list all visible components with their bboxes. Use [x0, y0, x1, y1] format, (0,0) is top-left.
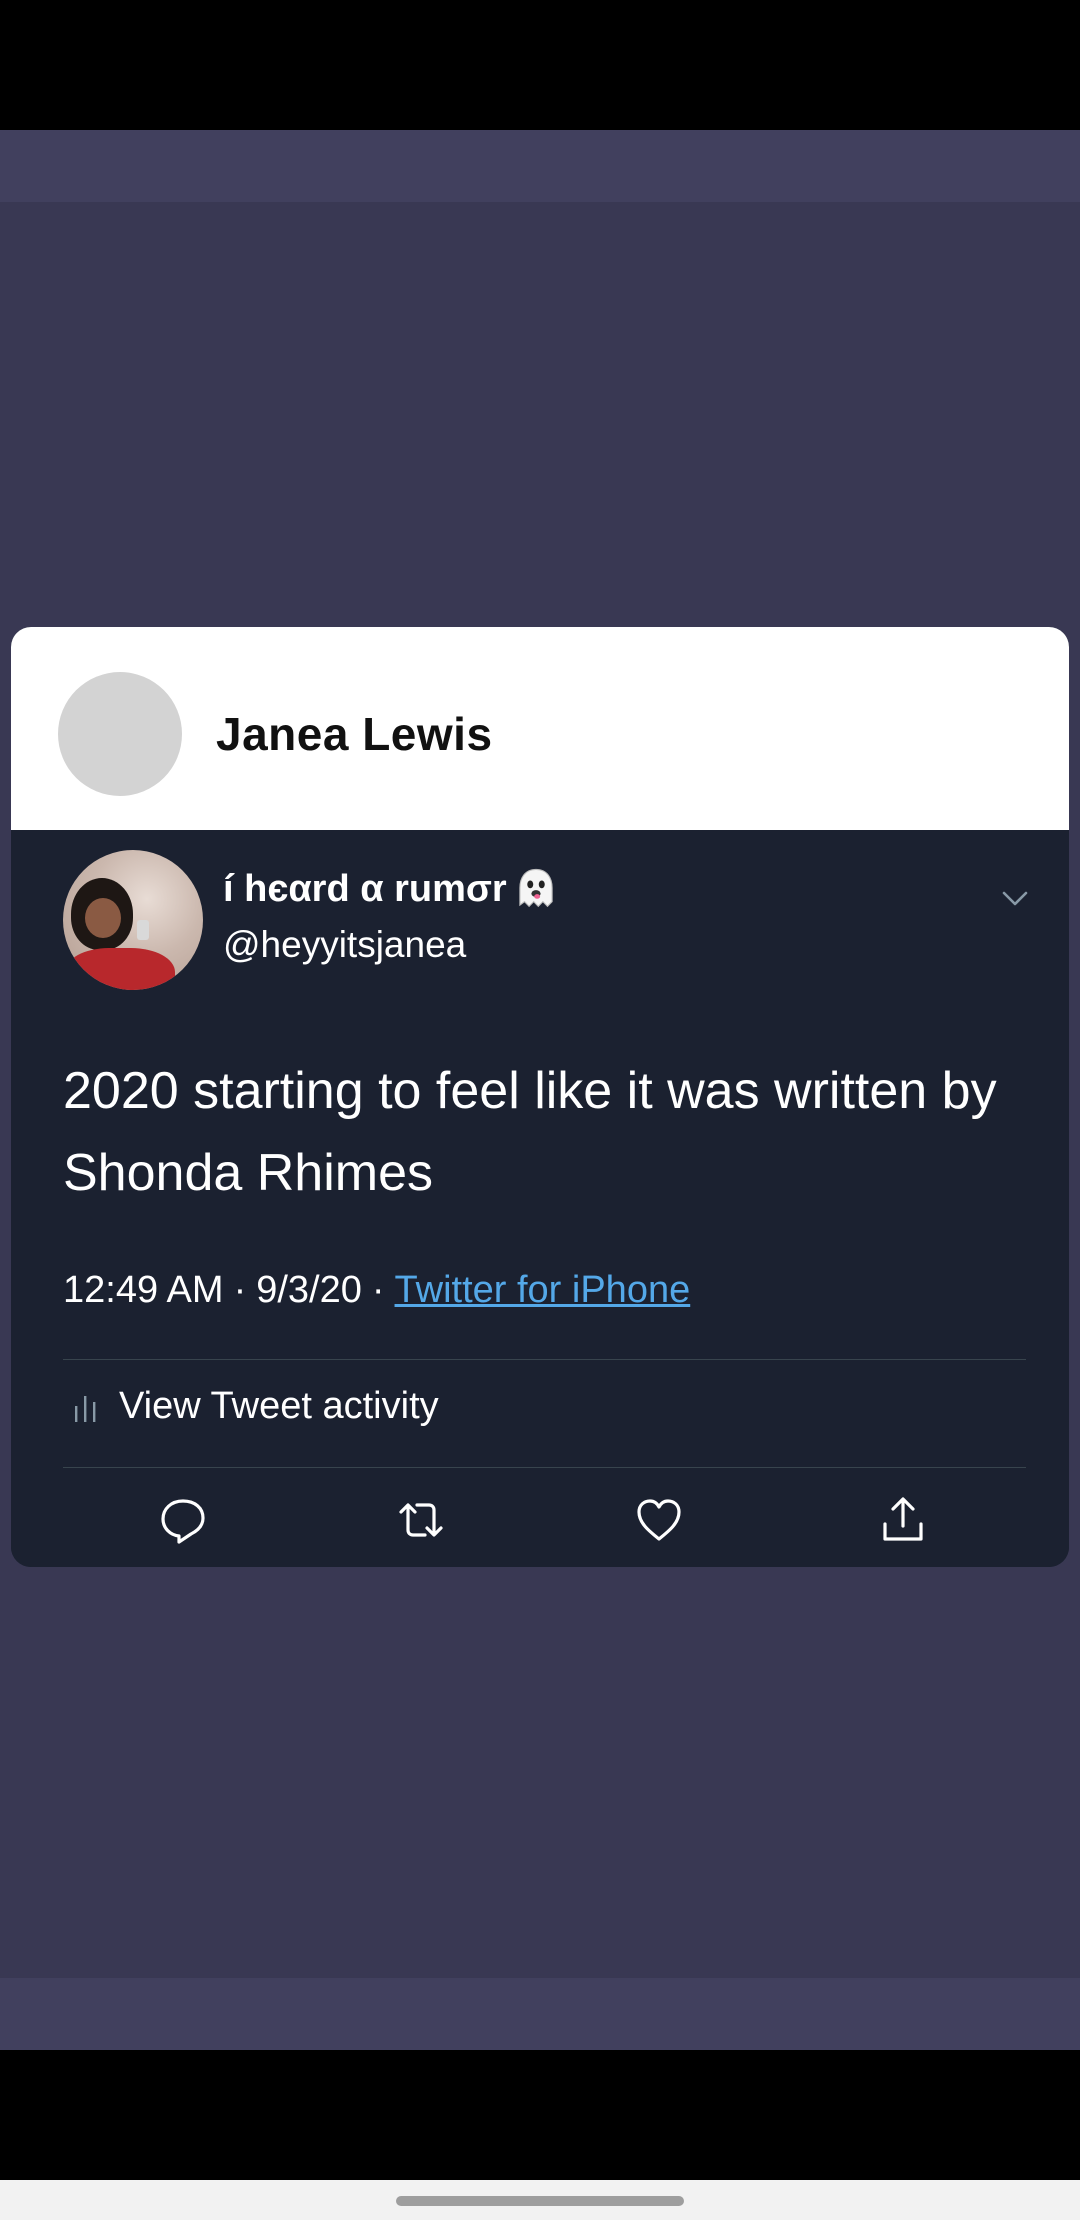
share-icon[interactable] [875, 1492, 931, 1548]
ghost-icon [519, 868, 553, 908]
divider [63, 1467, 1026, 1468]
chevron-down-icon[interactable] [999, 882, 1031, 914]
display-name-text: í hєαrd α rumσr [223, 867, 507, 910]
display-name[interactable]: í hєαrd α rumσr [223, 866, 559, 912]
divider [63, 1359, 1026, 1360]
tweet-time: 12:49 AM [63, 1269, 224, 1311]
view-tweet-activity-button[interactable]: View Tweet activity [73, 1385, 439, 1428]
action-bar [11, 1492, 1069, 1552]
handle[interactable]: @heyyitsjanea [223, 924, 466, 966]
meta-separator: · [371, 1269, 385, 1311]
heart-icon[interactable] [631, 1492, 687, 1548]
bar-chart-icon [75, 1395, 96, 1422]
tweet-date: 9/3/20 [256, 1269, 362, 1311]
avatar-shirt [65, 948, 175, 990]
top-band [0, 130, 1080, 202]
tweet-meta: 12:49 AM · 9/3/20 · Twitter for iPhone [63, 1269, 690, 1312]
card-header: Janea Lewis [11, 627, 1069, 830]
view-tweet-activity-label: View Tweet activity [119, 1385, 439, 1427]
tweet-text: 2020 starting to feel like it was writte… [63, 1062, 997, 1202]
bottom-band [0, 1978, 1080, 2050]
avatar-phone [137, 920, 149, 940]
tweet-source-link[interactable]: Twitter for iPhone [395, 1269, 691, 1312]
avatar[interactable] [63, 850, 203, 990]
header-name: Janea Lewis [216, 708, 493, 760]
meta-separator: · [233, 1269, 247, 1311]
avatar-face [85, 898, 121, 938]
retweet-icon[interactable] [393, 1492, 449, 1548]
tweet-card: Janea Lewis í hєαrd α rumσr @heyyitsjane… [11, 627, 1069, 1567]
screen: Janea Lewis í hєαrd α rumσr @heyyitsjane… [0, 0, 1080, 2220]
home-indicator[interactable] [396, 2196, 684, 2206]
tweet: í hєαrd α rumσr @heyyitsjanea 2020 start… [11, 830, 1069, 1567]
reply-icon[interactable] [155, 1492, 211, 1548]
header-avatar-placeholder [58, 672, 182, 796]
